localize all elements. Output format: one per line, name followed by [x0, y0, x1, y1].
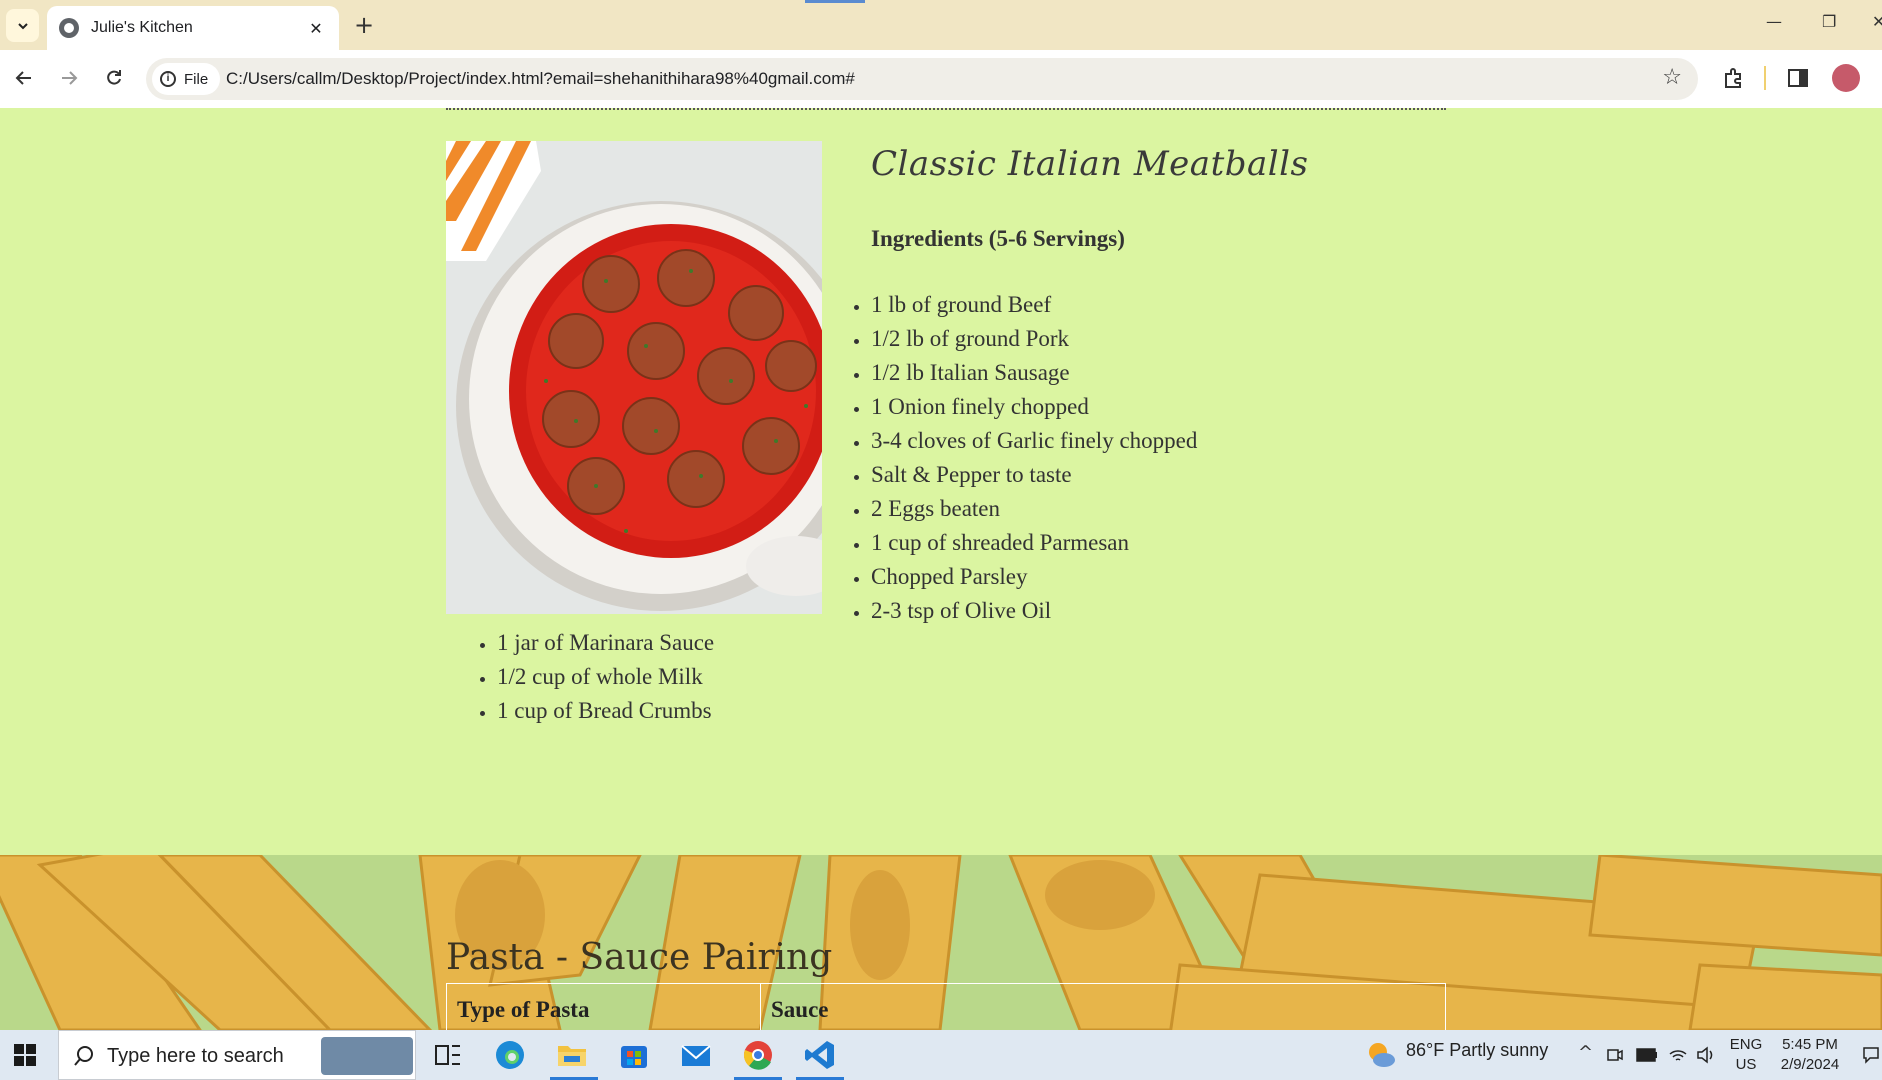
search-highlight-image	[321, 1037, 413, 1075]
ingredients-list-right: 1 lb of ground Beef 1/2 lb of ground Por…	[871, 288, 1197, 628]
language-code: ENG	[1729, 1036, 1763, 1053]
browser-toolbar: i File C:/Users/callm/Desktop/Project/in…	[0, 50, 1882, 108]
url-text[interactable]: C:/Users/callm/Desktop/Project/index.htm…	[226, 69, 855, 89]
windows-taskbar: Type here to search 86°F Partly sunny ^ …	[0, 1030, 1882, 1080]
mail-icon[interactable]	[678, 1038, 714, 1072]
file-explorer-icon[interactable]	[554, 1038, 590, 1072]
list-item: 1 jar of Marinara Sauce	[497, 626, 714, 660]
restore-icon[interactable]: ❐	[1822, 12, 1836, 31]
notifications-icon[interactable]	[1862, 1046, 1880, 1064]
new-tab-button[interactable]: +	[350, 11, 378, 39]
file-label: File	[184, 70, 209, 88]
tab-title: Julie's Kitchen	[91, 19, 193, 36]
list-item: 1/2 cup of whole Milk	[497, 660, 714, 694]
back-button[interactable]	[8, 62, 40, 94]
pairing-table: Type of Pasta Sauce	[446, 983, 1446, 1030]
arrow-left-icon	[15, 71, 31, 85]
wifi-icon[interactable]	[1668, 1046, 1688, 1064]
globe-icon	[59, 18, 79, 38]
vscode-icon[interactable]	[802, 1038, 838, 1072]
language-indicator[interactable]: ENG US	[1726, 1035, 1766, 1075]
microsoft-store-icon[interactable]	[616, 1038, 652, 1072]
ingredients-list-left: 1 jar of Marinara Sauce 1/2 cup of whole…	[497, 626, 714, 728]
tab-julies-kitchen[interactable]: Julie's Kitchen ✕	[47, 6, 339, 50]
close-window-icon[interactable]: ✕	[1872, 12, 1882, 31]
search-icon	[74, 1046, 93, 1066]
volume-icon[interactable]	[1696, 1046, 1716, 1064]
arrow-right-icon	[62, 71, 78, 85]
list-item: 1/2 lb of ground Pork	[871, 322, 1197, 356]
list-item: 2 Eggs beaten	[871, 492, 1197, 526]
side-panel-icon[interactable]	[1784, 64, 1812, 92]
bookmark-star-icon[interactable]: ☆	[1662, 65, 1682, 90]
profile-avatar[interactable]	[1832, 64, 1860, 92]
extensions-icon[interactable]	[1720, 64, 1748, 92]
ingredients-heading: Ingredients (5-6 Servings)	[871, 226, 1125, 251]
site-info-chip[interactable]: i File	[152, 63, 220, 95]
list-item: 1 cup of shreaded Parmesan	[871, 526, 1197, 560]
pasta-pairing-section: Pasta - Sauce Pairing Type of Pasta Sauc…	[0, 855, 1882, 1030]
list-item: Chopped Parsley	[871, 560, 1197, 594]
list-item: 1 lb of ground Beef	[871, 288, 1197, 322]
list-item: Salt & Pepper to taste	[871, 458, 1197, 492]
recipe-title: Classic Italian Meatballs	[871, 144, 1309, 184]
region-code: US	[1735, 1056, 1757, 1073]
windows-start-icon[interactable]	[14, 1044, 36, 1066]
list-item: 2-3 tsp of Olive Oil	[871, 594, 1197, 628]
address-bar[interactable]: i File C:/Users/callm/Desktop/Project/in…	[146, 58, 1698, 100]
chrome-icon[interactable]	[740, 1038, 776, 1072]
loading-indicator	[805, 0, 865, 3]
chevron-down-icon	[17, 22, 28, 29]
list-item: 1 Onion finely chopped	[871, 390, 1197, 424]
tab-search-button[interactable]	[6, 9, 39, 42]
info-icon: i	[160, 71, 176, 87]
list-item: 3-4 cloves of Garlic finely chopped	[871, 424, 1197, 458]
battery-icon[interactable]	[1636, 1048, 1658, 1062]
column-header: Type of Pasta	[446, 983, 761, 1030]
pasta-pairing-title: Pasta - Sauce Pairing	[446, 937, 833, 978]
table-header-row: Type of Pasta Sauce	[446, 983, 1446, 1030]
section-divider	[446, 108, 1446, 110]
reload-button[interactable]	[98, 62, 130, 94]
column-header: Sauce	[760, 983, 1446, 1030]
taskbar-search-box[interactable]: Type here to search	[58, 1030, 416, 1080]
recipe-section: Classic Italian Meatballs Ingredients (5…	[0, 108, 1882, 855]
minimize-icon[interactable]: —	[1766, 12, 1782, 31]
close-icon[interactable]: ✕	[305, 19, 327, 38]
meatballs-image	[446, 141, 822, 614]
search-placeholder: Type here to search	[107, 1045, 284, 1067]
weather-text[interactable]: 86°F Partly sunny	[1406, 1040, 1548, 1061]
list-item: 1 cup of Bread Crumbs	[497, 694, 714, 728]
clock[interactable]: 5:45 PM 2/9/2024	[1770, 1035, 1850, 1075]
weather-icon[interactable]	[1366, 1040, 1396, 1070]
page-content: Classic Italian Meatballs Ingredients (5…	[0, 108, 1882, 1030]
chevron-up-icon[interactable]: ^	[1578, 1042, 1593, 1063]
forward-button[interactable]	[53, 62, 85, 94]
clock-time: 5:45 PM	[1782, 1036, 1838, 1053]
tab-strip: Julie's Kitchen ✕ + — ❐ ✕	[0, 0, 1882, 50]
meet-now-icon[interactable]	[1606, 1046, 1624, 1064]
list-item: 1/2 lb Italian Sausage	[871, 356, 1197, 390]
edge-browser-icon[interactable]	[492, 1038, 528, 1072]
toolbar-divider	[1764, 66, 1766, 90]
clock-date: 2/9/2024	[1780, 1056, 1840, 1073]
reload-icon	[107, 70, 121, 85]
task-view-icon[interactable]	[430, 1038, 466, 1072]
